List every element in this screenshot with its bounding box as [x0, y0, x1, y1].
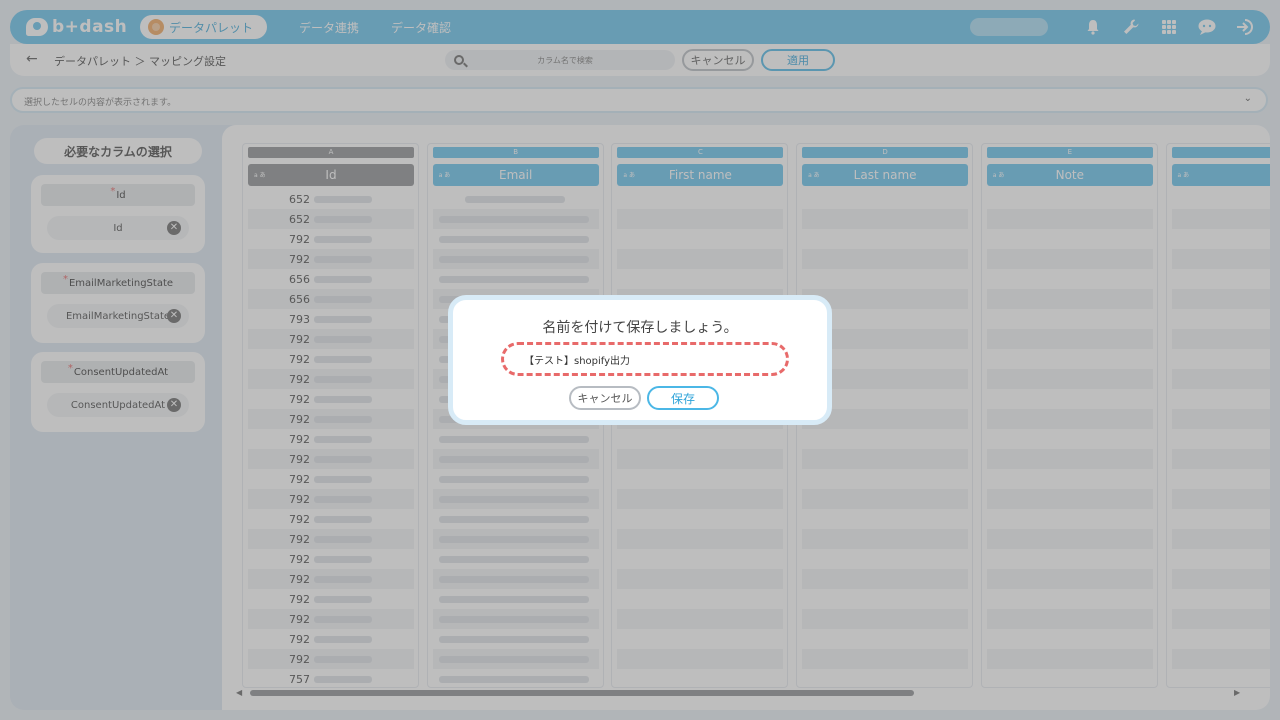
dialog-save-button[interactable]: 保存	[647, 386, 719, 410]
save-name-dialog: 名前を付けて保存しましょう。 【テスト】shopify出力 キャンセル 保存	[448, 295, 832, 425]
dialog-title: 名前を付けて保存しましょう。	[542, 320, 738, 336]
dialog-cancel-button[interactable]: キャンセル	[569, 386, 641, 410]
save-name-input[interactable]: 【テスト】shopify出力	[501, 342, 789, 376]
